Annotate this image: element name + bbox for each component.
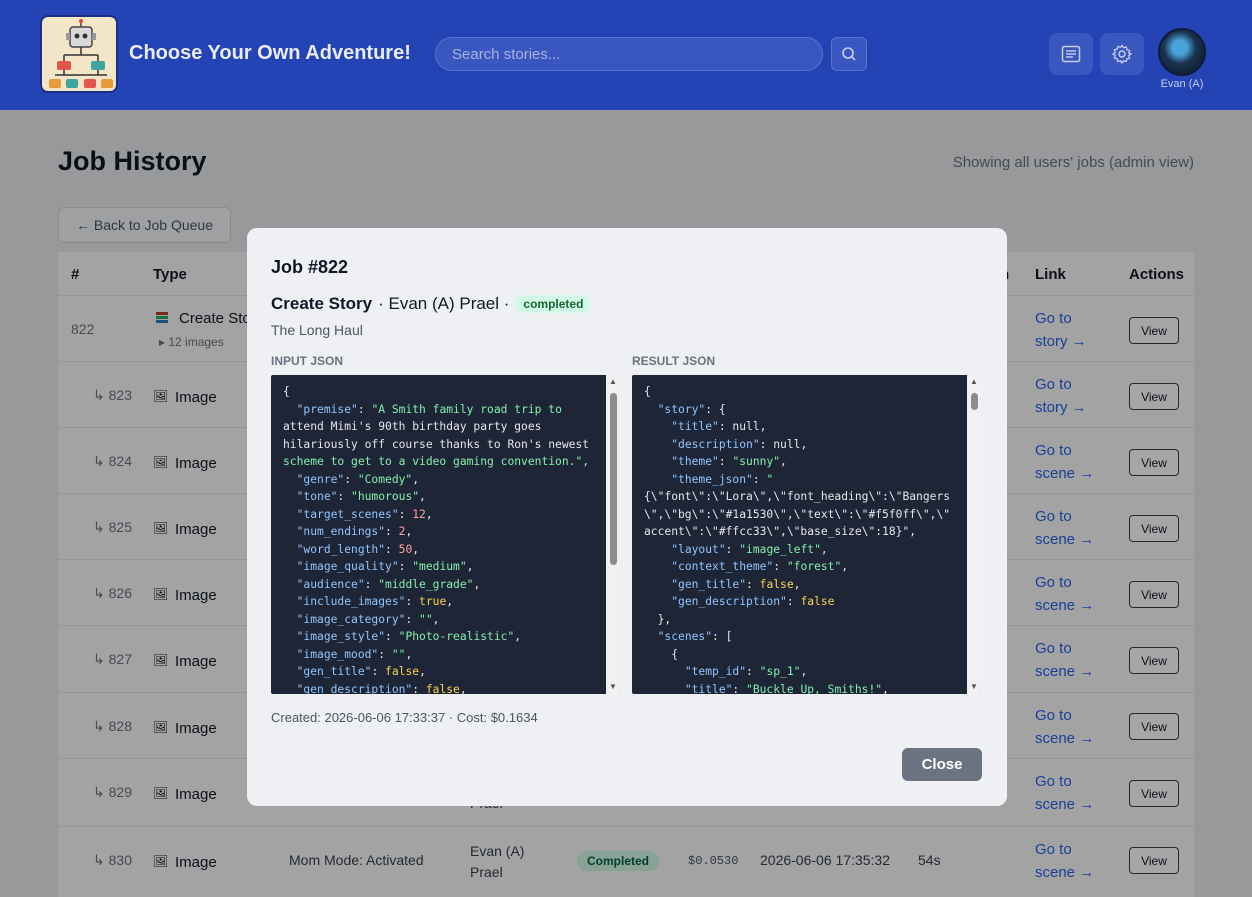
result-json-panel[interactable]: { "story": { "title": null, "description… <box>632 375 981 694</box>
job-detail-modal: Job #822 Create Story · Evan (A) Prael ·… <box>247 228 1007 806</box>
gear-icon <box>1112 44 1132 64</box>
modal-subtitle: Create Story · Evan (A) Prael · complete… <box>271 294 592 314</box>
input-json-panel[interactable]: { "premise": "A Smith family road trip t… <box>271 375 620 694</box>
job-user: · Evan (A) Prael · <box>378 294 510 313</box>
job-meta: Created: 2026-06-06 17:33:37 · Cost: $0.… <box>271 710 538 725</box>
input-scrollbar[interactable]: ▲ ▼ <box>606 375 620 694</box>
status-badge: completed <box>515 295 592 313</box>
scroll-down-icon[interactable]: ▼ <box>970 682 978 691</box>
scroll-up-icon[interactable]: ▲ <box>970 377 978 386</box>
job-type: Create Story <box>271 294 373 313</box>
app-title[interactable]: Choose Your Own Adventure! <box>129 42 411 65</box>
list-icon <box>1061 45 1081 63</box>
settings-button[interactable] <box>1100 33 1144 75</box>
avatar[interactable] <box>1158 28 1206 76</box>
story-name: The Long Haul <box>271 322 363 338</box>
result-json-content: { "story": { "title": null, "description… <box>644 385 951 694</box>
input-json-label: INPUT JSON <box>271 354 344 368</box>
job-list-button[interactable] <box>1049 33 1093 75</box>
close-button[interactable]: Close <box>902 748 982 781</box>
scroll-down-icon[interactable]: ▼ <box>609 682 617 691</box>
search-button[interactable] <box>831 37 867 71</box>
avatar-label: Evan (A) <box>1160 78 1204 90</box>
search-icon <box>842 47 856 61</box>
modal-title: Job #822 <box>271 257 349 277</box>
input-json-content: { "premise": "A Smith family road trip t… <box>283 385 590 694</box>
scroll-thumb[interactable] <box>971 393 978 410</box>
app-header: Choose Your Own Adventure! Evan (A) <box>0 0 1252 110</box>
robot-logo-icon[interactable] <box>40 15 118 93</box>
scroll-thumb[interactable] <box>610 393 617 565</box>
result-scrollbar[interactable]: ▲ ▼ <box>967 375 981 694</box>
search-input[interactable] <box>435 37 823 71</box>
scroll-up-icon[interactable]: ▲ <box>609 377 617 386</box>
result-json-label: RESULT JSON <box>632 354 716 368</box>
